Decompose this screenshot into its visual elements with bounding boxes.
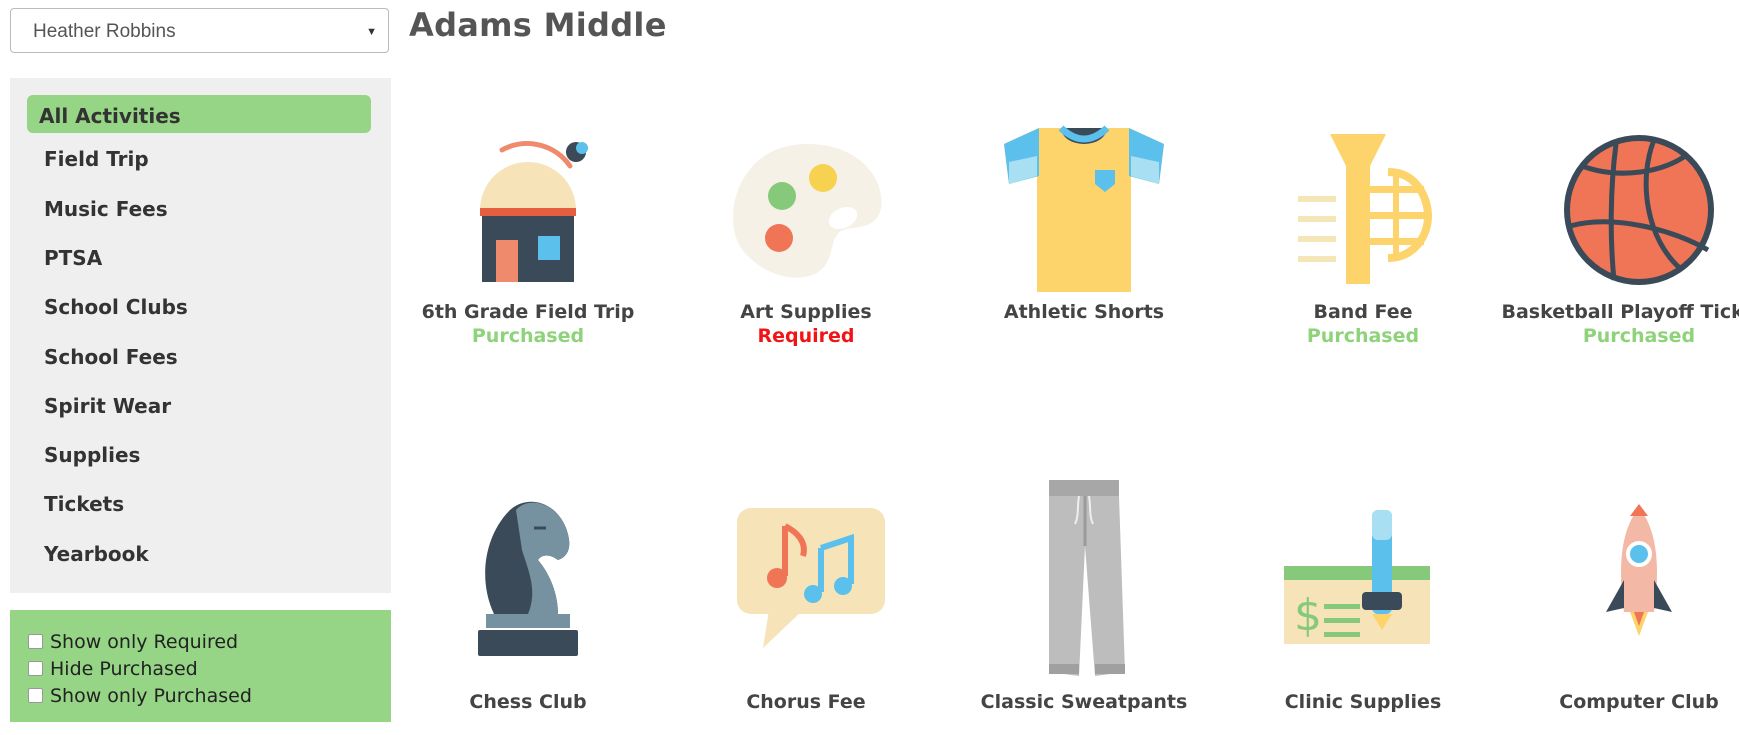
student-select[interactable]: Heather Robbins ▼ bbox=[10, 8, 389, 53]
basketball-icon bbox=[1564, 135, 1714, 285]
checkbox[interactable] bbox=[28, 634, 43, 649]
activity-card-athletic-shorts[interactable]: Athletic Shorts bbox=[945, 120, 1223, 324]
sidebar-item-school-fees[interactable]: School Fees bbox=[27, 336, 371, 374]
activity-name: Art Supplies bbox=[740, 301, 872, 323]
activity-card-clinic-supplies[interactable]: $ Clinic Supplies bbox=[1224, 480, 1502, 714]
activity-card-classic-sweatpants[interactable]: Classic Sweatpants bbox=[945, 476, 1223, 714]
status-badge: Purchased bbox=[1306, 325, 1420, 347]
activity-card-computer-club[interactable]: Computer Club bbox=[1500, 480, 1739, 714]
activity-card-6th-grade-field-trip[interactable]: 6th Grade Field Trip Purchased bbox=[389, 120, 667, 348]
chevron-down-icon: ▼ bbox=[366, 26, 377, 38]
filter-panel: Show only Required Hide Purchased Show o… bbox=[10, 610, 391, 722]
activity-name: Athletic Shorts bbox=[1003, 301, 1165, 323]
observatory-icon bbox=[480, 141, 588, 282]
activity-name: Chess Club bbox=[469, 691, 587, 713]
filter-label: Hide Purchased bbox=[50, 657, 198, 680]
sidebar-item-tickets[interactable]: Tickets bbox=[27, 483, 371, 521]
student-select-value: Heather Robbins bbox=[33, 21, 176, 42]
category-sidebar: All Activities Field Trip Music Fees PTS… bbox=[10, 78, 391, 593]
sidebar-item-yearbook[interactable]: Yearbook bbox=[27, 533, 371, 571]
activity-card-chorus-fee[interactable]: Chorus Fee bbox=[667, 480, 945, 714]
filter-hide-purchased[interactable]: Hide Purchased bbox=[10, 655, 391, 682]
status-badge: Required bbox=[757, 325, 855, 347]
checkbox[interactable] bbox=[28, 688, 43, 703]
activity-name: 6th Grade Field Trip bbox=[421, 301, 635, 323]
status-badge: Purchased bbox=[471, 325, 585, 347]
music-notes-icon bbox=[737, 508, 885, 648]
check-pen-icon: $ bbox=[1284, 510, 1430, 644]
sidebar-item-all-activities[interactable]: All Activities bbox=[27, 95, 371, 133]
sidebar-item-supplies[interactable]: Supplies bbox=[27, 434, 371, 472]
filter-label: Show only Required bbox=[50, 630, 239, 653]
activity-name: Band Fee bbox=[1313, 301, 1413, 323]
chess-knight-icon bbox=[478, 501, 578, 656]
sidebar-item-field-trip[interactable]: Field Trip bbox=[27, 138, 371, 176]
sidebar-item-music-fees[interactable]: Music Fees bbox=[27, 188, 371, 226]
filter-show-only-required[interactable]: Show only Required bbox=[10, 628, 391, 655]
sidebar-item-spirit-wear[interactable]: Spirit Wear bbox=[27, 385, 371, 423]
sweatpants-icon bbox=[1049, 480, 1125, 676]
activity-card-chess-club[interactable]: Chess Club bbox=[389, 480, 667, 714]
activity-name: Classic Sweatpants bbox=[980, 691, 1188, 713]
activity-name: Basketball Playoff Tickets bbox=[1501, 301, 1739, 323]
status-badge: Purchased bbox=[1582, 325, 1696, 347]
rocket-icon bbox=[1606, 504, 1672, 636]
activity-card-basketball-playoff-tickets[interactable]: Basketball Playoff Tickets Purchased bbox=[1500, 120, 1739, 348]
sidebar-item-ptsa[interactable]: PTSA bbox=[27, 237, 371, 275]
activity-name: Computer Club bbox=[1559, 691, 1719, 713]
filter-show-only-purchased[interactable]: Show only Purchased bbox=[10, 682, 391, 709]
checkbox[interactable] bbox=[28, 661, 43, 676]
activity-card-band-fee[interactable]: Band Fee Purchased bbox=[1224, 120, 1502, 348]
tshirt-icon bbox=[1004, 125, 1164, 292]
activity-name: Chorus Fee bbox=[746, 691, 866, 713]
sidebar-item-school-clubs[interactable]: School Clubs bbox=[27, 286, 371, 324]
filter-label: Show only Purchased bbox=[50, 684, 252, 707]
trumpet-icon bbox=[1298, 134, 1433, 284]
page-title: Adams Middle bbox=[409, 6, 667, 44]
svg-text:$: $ bbox=[1294, 590, 1322, 641]
palette-icon bbox=[733, 144, 882, 278]
activity-name: Clinic Supplies bbox=[1284, 691, 1442, 713]
activity-card-art-supplies[interactable]: Art Supplies Required bbox=[667, 120, 945, 348]
